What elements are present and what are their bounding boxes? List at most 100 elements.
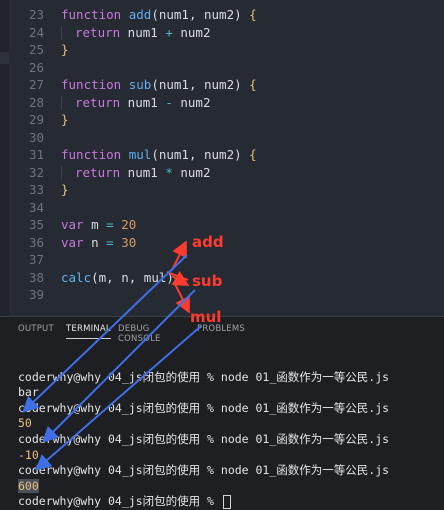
- tab-output[interactable]: OUTPUT: [18, 324, 54, 334]
- params: (num1, num2): [151, 77, 250, 92]
- line-number: 32: [28, 164, 44, 180]
- code-text: var n = 30: [61, 234, 136, 252]
- variable-name: n: [83, 234, 107, 250]
- variable-name: m: [83, 217, 107, 232]
- code-line: 31 function mul(num1, num2) {: [0, 146, 444, 164]
- line-number: 35: [28, 217, 44, 232]
- code-text: }: [61, 111, 69, 129]
- terminal-output[interactable]: coderwhy@why 04_js闭包的使用 % node 01_函数作为一等…: [18, 354, 438, 510]
- function-name: sub: [128, 77, 152, 92]
- code-line: 28 return num1 - num2: [0, 94, 444, 112]
- bottom-panel: OUTPUT TERMINAL DEBUG CONSOLE PROBLEMS c…: [0, 316, 444, 509]
- code-line: 29}: [0, 111, 444, 129]
- tab-terminal[interactable]: TERMINAL: [66, 324, 111, 339]
- code-line: 27 function sub(num1, num2) {: [0, 76, 444, 94]
- code-line: 32 return num1 * num2: [0, 164, 444, 182]
- brace: {: [249, 7, 257, 22]
- line-number: 33: [28, 182, 44, 197]
- terminal-line: coderwhy@why 04_js闭包的使用 % node 01_函数作为一等…: [18, 431, 390, 446]
- line-number: 29: [28, 112, 44, 127]
- terminal-line: coderwhy@why 04_js闭包的使用 % node 01_函数作为一等…: [18, 463, 390, 478]
- line-number: 39: [28, 287, 44, 302]
- operand: num2: [172, 164, 211, 180]
- code-line: 26: [0, 59, 444, 77]
- terminal-line: coderwhy@why 04_js闭包的使用 % node 01_函数作为一等…: [18, 369, 390, 384]
- code-text: return num1 - num2: [61, 94, 210, 112]
- code-line: 35 var m = 20: [0, 216, 444, 234]
- terminal-line: coderwhy@why 04_js闭包的使用 %: [18, 494, 438, 510]
- prompt-text: coderwhy@why 04_js闭包的使用 %: [18, 494, 221, 509]
- code-text: calc(m, n, mul): [61, 269, 174, 287]
- line-number: 24: [28, 24, 44, 40]
- brace: }: [61, 42, 69, 57]
- operator: =: [106, 217, 114, 232]
- terminal-line: coderwhy@why 04_js闭包的使用 % node 01_函数作为一等…: [18, 400, 390, 415]
- keyword: return: [75, 24, 121, 40]
- indent-guide: [61, 96, 75, 110]
- code-line: 34: [0, 199, 444, 217]
- code-line: 37: [0, 251, 444, 269]
- keyword: var: [61, 234, 84, 250]
- line-number: 27: [28, 77, 44, 92]
- keyword: function: [61, 77, 122, 92]
- line-number: 23: [28, 7, 44, 22]
- line-number: 36: [28, 234, 44, 250]
- code-text: var m = 20: [61, 216, 136, 234]
- number-literal: 20: [121, 217, 137, 232]
- operator: +: [165, 24, 173, 40]
- line-number: 28: [28, 94, 44, 110]
- params: (num1, num2): [151, 147, 250, 162]
- code-text: }: [61, 181, 69, 199]
- tab-problems[interactable]: PROBLEMS: [197, 324, 245, 334]
- line-number: 25: [28, 42, 44, 57]
- keyword: return: [75, 94, 121, 110]
- indent-guide: [61, 166, 75, 180]
- code-line: 39: [0, 286, 444, 304]
- panel-divider: [0, 316, 444, 317]
- line-number: 31: [28, 147, 44, 162]
- function-name: mul: [128, 147, 152, 162]
- code-line: 38 calc(m, n, mul): [0, 269, 444, 287]
- function-name: add: [128, 7, 152, 22]
- terminal-line: 50: [18, 416, 32, 431]
- brace: }: [61, 112, 69, 127]
- keyword: var: [61, 217, 84, 232]
- function-name: calc: [61, 269, 92, 285]
- code-text: return num1 + num2: [61, 24, 210, 42]
- terminal-cursor: [222, 494, 231, 509]
- highlighted-result: 600: [18, 478, 39, 493]
- brace: {: [249, 147, 257, 162]
- brace: {: [249, 77, 257, 92]
- operator: *: [165, 164, 173, 180]
- operand: num1: [120, 94, 166, 110]
- number-literal: 30: [121, 234, 137, 250]
- keyword: return: [75, 164, 121, 180]
- line-number: 37: [28, 252, 44, 267]
- line-number: 26: [28, 59, 44, 75]
- code-text: function sub(num1, num2) {: [61, 76, 257, 94]
- terminal-line: 600: [18, 478, 438, 495]
- terminal-line: -10: [18, 447, 39, 462]
- operator: -: [165, 94, 173, 110]
- operator: =: [106, 234, 114, 250]
- line-number: 30: [28, 129, 44, 145]
- terminal-line: bar: [18, 385, 39, 400]
- code-text: function add(num1, num2) {: [61, 6, 257, 24]
- line-number: 38: [28, 269, 44, 285]
- call-args: (m, n, mul): [91, 269, 174, 285]
- tab-debug-console[interactable]: DEBUG CONSOLE: [118, 324, 161, 344]
- code-line: 25}: [0, 41, 444, 59]
- code-line: 33}: [0, 181, 444, 199]
- operand: num2: [172, 24, 211, 40]
- code-text: return num1 * num2: [61, 164, 210, 182]
- code-editor[interactable]: 23 function add(num1, num2) {24 return num…: [0, 0, 444, 316]
- operand: num1: [120, 24, 166, 40]
- indent-guide: [61, 26, 75, 40]
- code-text: }: [61, 41, 69, 59]
- keyword: function: [61, 7, 122, 22]
- code-line: 36 var n = 30: [0, 234, 444, 252]
- keyword: function: [61, 147, 122, 162]
- code-line: 24 return num1 + num2: [0, 24, 444, 42]
- code-line: 30: [0, 129, 444, 147]
